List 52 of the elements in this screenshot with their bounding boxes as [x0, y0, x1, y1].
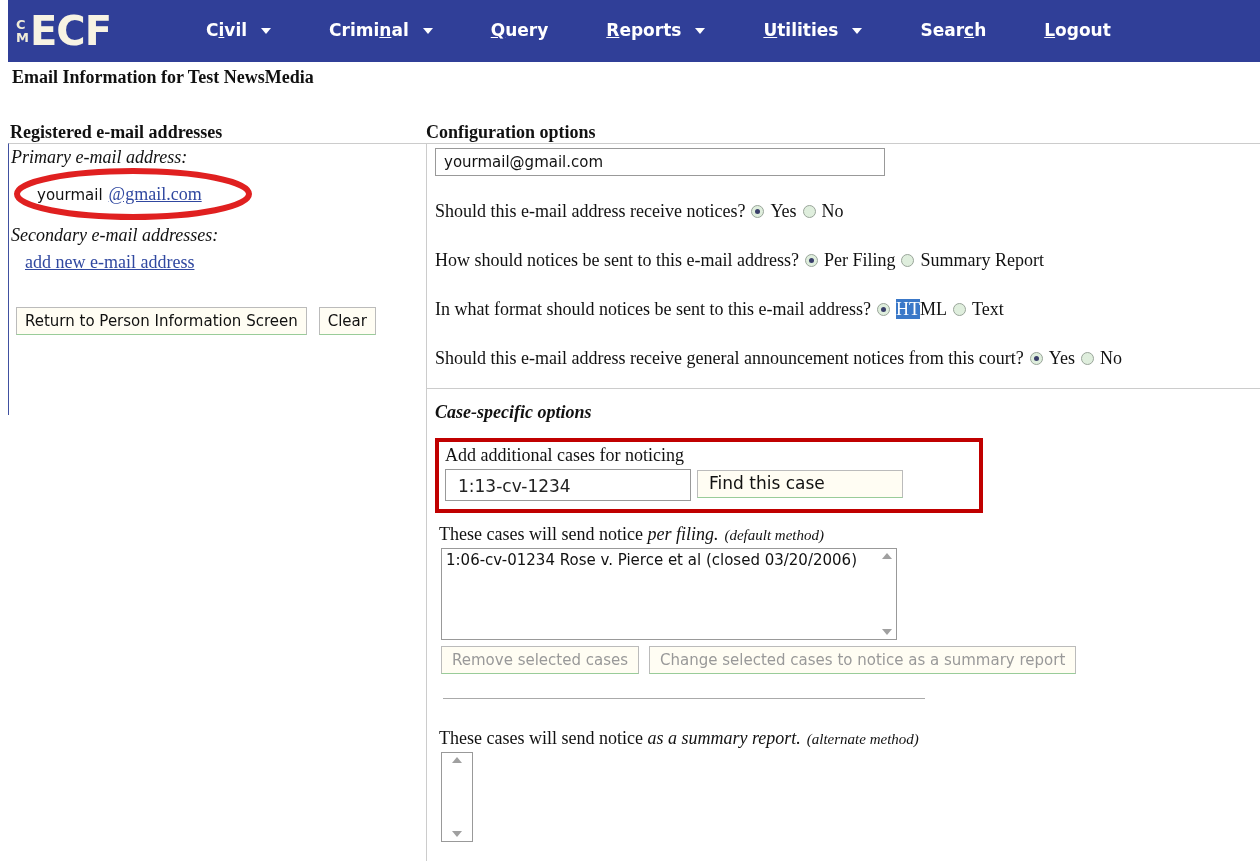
radio-button[interactable]	[1081, 352, 1094, 365]
scroll-up-icon[interactable]	[882, 553, 892, 559]
radio-button[interactable]	[1029, 352, 1043, 365]
email-field[interactable]: yourmail@gmail.com	[435, 148, 885, 176]
list-label: These cases will send notice as a summary report.	[439, 727, 801, 750]
add-email-link[interactable]: add new e-mail address	[25, 249, 195, 276]
scroll-down-icon[interactable]	[882, 629, 892, 635]
email-user: yourmail	[37, 185, 103, 206]
radio-button[interactable]	[802, 205, 816, 218]
nav-menu-item[interactable]: Civil	[206, 18, 272, 44]
nav-menu-item[interactable]: Reports	[606, 18, 706, 44]
scroll-up-icon[interactable]	[452, 757, 462, 763]
method-note: (default method)	[724, 526, 824, 545]
field-label: Secondary e-mail addresses:	[11, 224, 219, 247]
option-label: Yes	[1048, 347, 1075, 370]
section-heading: Configuration options	[426, 121, 597, 143]
nav-menu-item[interactable]: Utilities	[763, 18, 863, 44]
field-label: Add additional cases for noticing	[445, 444, 685, 467]
form-button[interactable]: Clear	[318, 307, 376, 335]
nav-menu-item[interactable]: Search	[920, 18, 987, 44]
option-label: Per Filing	[823, 249, 896, 272]
nav-menu-item[interactable]: Criminal	[329, 18, 433, 44]
radio-button[interactable]	[901, 254, 915, 267]
question-text: Should this e-mail address receive notices?	[435, 200, 746, 223]
field-label: Primary e-mail address:	[11, 146, 188, 169]
radio-button[interactable]	[751, 205, 765, 218]
section-heading: Registered e-mail addresses	[10, 121, 224, 143]
email-link[interactable]: @gmail.com	[108, 181, 202, 208]
page-title: Email Information for Test NewsMedia	[12, 66, 315, 89]
method-note: (alternate method)	[806, 730, 919, 749]
case-list[interactable]: 1:06-cv-01234 Rose v. Pierce et al (closed 03/20/2006)	[441, 548, 897, 640]
case-list[interactable]	[441, 752, 473, 842]
question-text: In what format should notices be sent to this e-mail address?	[435, 298, 871, 321]
case-list-item[interactable]: 1:06-cv-01234 Rose v. Pierce et al (closed 03/20/2006)	[446, 549, 857, 572]
option-label: No	[1100, 347, 1122, 370]
option-label: Summary Report	[920, 249, 1044, 272]
option-label: Yes	[770, 200, 797, 223]
option-label: No	[821, 200, 844, 223]
option-label: Text	[971, 298, 1004, 321]
section-heading: Case-specific options	[435, 401, 593, 424]
case-number-field[interactable]: 1:13-cv-1234	[445, 469, 691, 501]
radio-button[interactable]	[952, 303, 966, 316]
nav-menu-item[interactable]: Logout	[1044, 18, 1111, 44]
radio-button[interactable]	[804, 254, 818, 267]
question-text: Should this e-mail address receive general announcement notices from this court?	[435, 347, 1024, 370]
nav-menu-item[interactable]: Query	[490, 18, 549, 44]
scroll-down-icon[interactable]	[452, 831, 462, 837]
radio-button[interactable]	[876, 303, 890, 316]
list-label: These cases will send notice per filing.	[439, 523, 719, 546]
find-case-button[interactable]: Find this case	[697, 470, 903, 498]
question-text: How should notices be sent to this e-mail address?	[435, 249, 799, 272]
form-button[interactable]: Return to Person Information Screen	[16, 307, 307, 335]
